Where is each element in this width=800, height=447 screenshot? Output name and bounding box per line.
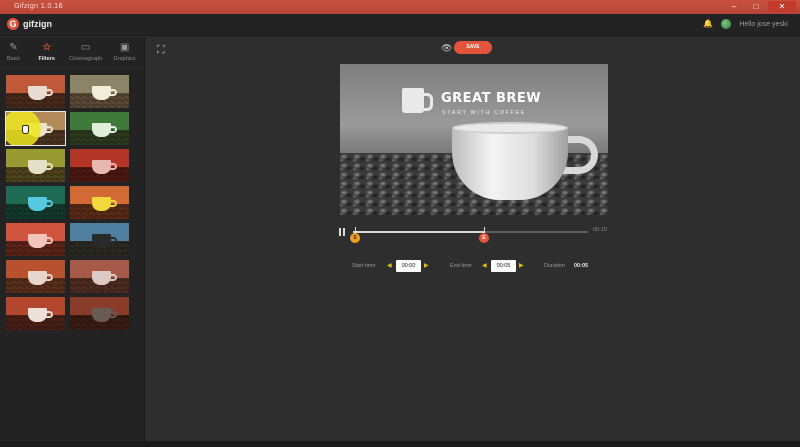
filter-thumbnail[interactable]: [70, 112, 129, 145]
timeline-progress: [353, 231, 485, 233]
star-icon: ☆: [42, 42, 52, 53]
thumbnail-cup: [92, 308, 111, 322]
filter-thumbnail[interactable]: [5, 111, 66, 146]
logo-icon: G: [7, 18, 19, 30]
filter-thumbnail[interactable]: [70, 186, 129, 219]
filter-thumbnail[interactable]: [6, 75, 65, 108]
thumbnail-cup: [28, 234, 47, 248]
hand-cursor-icon: [22, 125, 29, 134]
duration-label: Duration: [544, 263, 565, 269]
duration-value: 00:05: [574, 263, 589, 269]
end-decrease-button[interactable]: ◀: [482, 262, 487, 269]
filter-thumbnail[interactable]: [70, 149, 129, 182]
end-time-label: End time: [450, 263, 472, 269]
start-time-label: Start time: [352, 263, 376, 269]
start-decrease-button[interactable]: ◀: [387, 262, 392, 269]
tab-label: Graphics: [113, 56, 136, 62]
end-marker[interactable]: E: [479, 233, 489, 243]
tab-label: Cinemagraph: [69, 56, 103, 62]
filter-thumbnail[interactable]: [70, 75, 129, 108]
crop-icon[interactable]: ⛶: [157, 44, 169, 56]
trim-controls: Start time ◀ 00:00 ▶ End time ◀ 00:05 ▶ …: [352, 260, 612, 274]
filter-thumbnail[interactable]: [6, 260, 65, 293]
os-title-bar: Gifzign 1.0.16 – □ ✕: [0, 0, 800, 14]
thumbnail-cup: [92, 234, 111, 248]
tab-filters[interactable]: ☆ Filters: [27, 37, 66, 68]
filter-thumbnail[interactable]: [6, 149, 65, 182]
end-increase-button[interactable]: ▶: [519, 262, 524, 269]
tab-label: Filters: [38, 56, 55, 62]
filter-thumbnail[interactable]: [6, 223, 65, 256]
image-icon: ▣: [119, 42, 130, 53]
filter-grid: [5, 75, 129, 330]
thumbnail-cup: [92, 271, 111, 285]
thumbnail-cup: [28, 160, 47, 174]
notification-icon[interactable]: 🔔: [703, 19, 713, 29]
filter-thumbnail[interactable]: [6, 186, 65, 219]
taskbar: [0, 441, 800, 447]
thumbnail-cup: [28, 308, 47, 322]
avatar[interactable]: [721, 19, 732, 29]
gif-preview: GREAT BREW START WITH COFFEE: [340, 64, 608, 215]
greeting-text[interactable]: Hello jose yeski: [739, 21, 788, 28]
save-button[interactable]: SAVE: [454, 41, 492, 54]
cup-rim: [452, 122, 568, 134]
eye-icon[interactable]: 👁: [441, 44, 452, 53]
start-increase-button[interactable]: ▶: [424, 262, 429, 269]
filter-thumbnail[interactable]: [6, 297, 65, 330]
pencil-icon: ✎: [9, 42, 18, 53]
preview-headline: GREAT BREW: [441, 91, 542, 106]
thumbnail-cup: [92, 123, 111, 137]
thumbnail-cup: [28, 86, 47, 100]
close-button[interactable]: ✕: [768, 1, 796, 12]
tab-cinemagraph[interactable]: ▭ Cinemagraph: [66, 37, 105, 68]
filter-thumbnail[interactable]: [70, 260, 129, 293]
thumbnail-cup: [92, 197, 111, 211]
sidebar: ✎ Basic ☆ Filters ▭ Cinemagraph ▣ Graphi…: [0, 37, 145, 447]
thumbnail-cup: [28, 197, 47, 211]
minimize-button[interactable]: –: [724, 1, 744, 12]
filter-thumbnail[interactable]: [70, 297, 129, 330]
window-controls: – □ ✕: [724, 1, 796, 12]
app-logo: G gifzign: [7, 18, 52, 30]
editor-area: ⛶ 👁 SAVE GREAT BREW START WITH COFFEE S …: [145, 37, 800, 447]
thumbnail-cup: [92, 86, 111, 100]
user-area: 🔔 Hello jose yeski: [703, 19, 788, 29]
logo-text: gifzign: [23, 19, 52, 29]
thumbnail-cup: [28, 271, 47, 285]
total-time: 00:10: [593, 227, 607, 233]
timeline: S E 00:10: [339, 227, 609, 243]
window-title: Gifzign 1.0.16: [14, 2, 63, 10]
sidebar-tabs: ✎ Basic ☆ Filters ▭ Cinemagraph ▣ Graphi…: [0, 37, 144, 69]
mug-icon: [402, 88, 433, 113]
end-time-field[interactable]: 00:05: [491, 260, 516, 272]
film-icon: ▭: [80, 42, 91, 53]
maximize-button[interactable]: □: [746, 1, 766, 12]
tab-basic[interactable]: ✎ Basic: [0, 37, 27, 68]
start-time-field[interactable]: 00:00: [396, 260, 421, 272]
preview-subline: START WITH COFFEE: [442, 110, 527, 116]
start-marker[interactable]: S: [350, 233, 360, 243]
tab-graphics[interactable]: ▣ Graphics: [105, 37, 144, 68]
thumbnail-cup: [92, 160, 111, 174]
pause-button[interactable]: [339, 228, 345, 236]
tab-label: Basic: [6, 56, 21, 62]
filter-thumbnail[interactable]: [70, 223, 129, 256]
app-header: G gifzign 🔔 Hello jose yeski: [0, 14, 800, 36]
